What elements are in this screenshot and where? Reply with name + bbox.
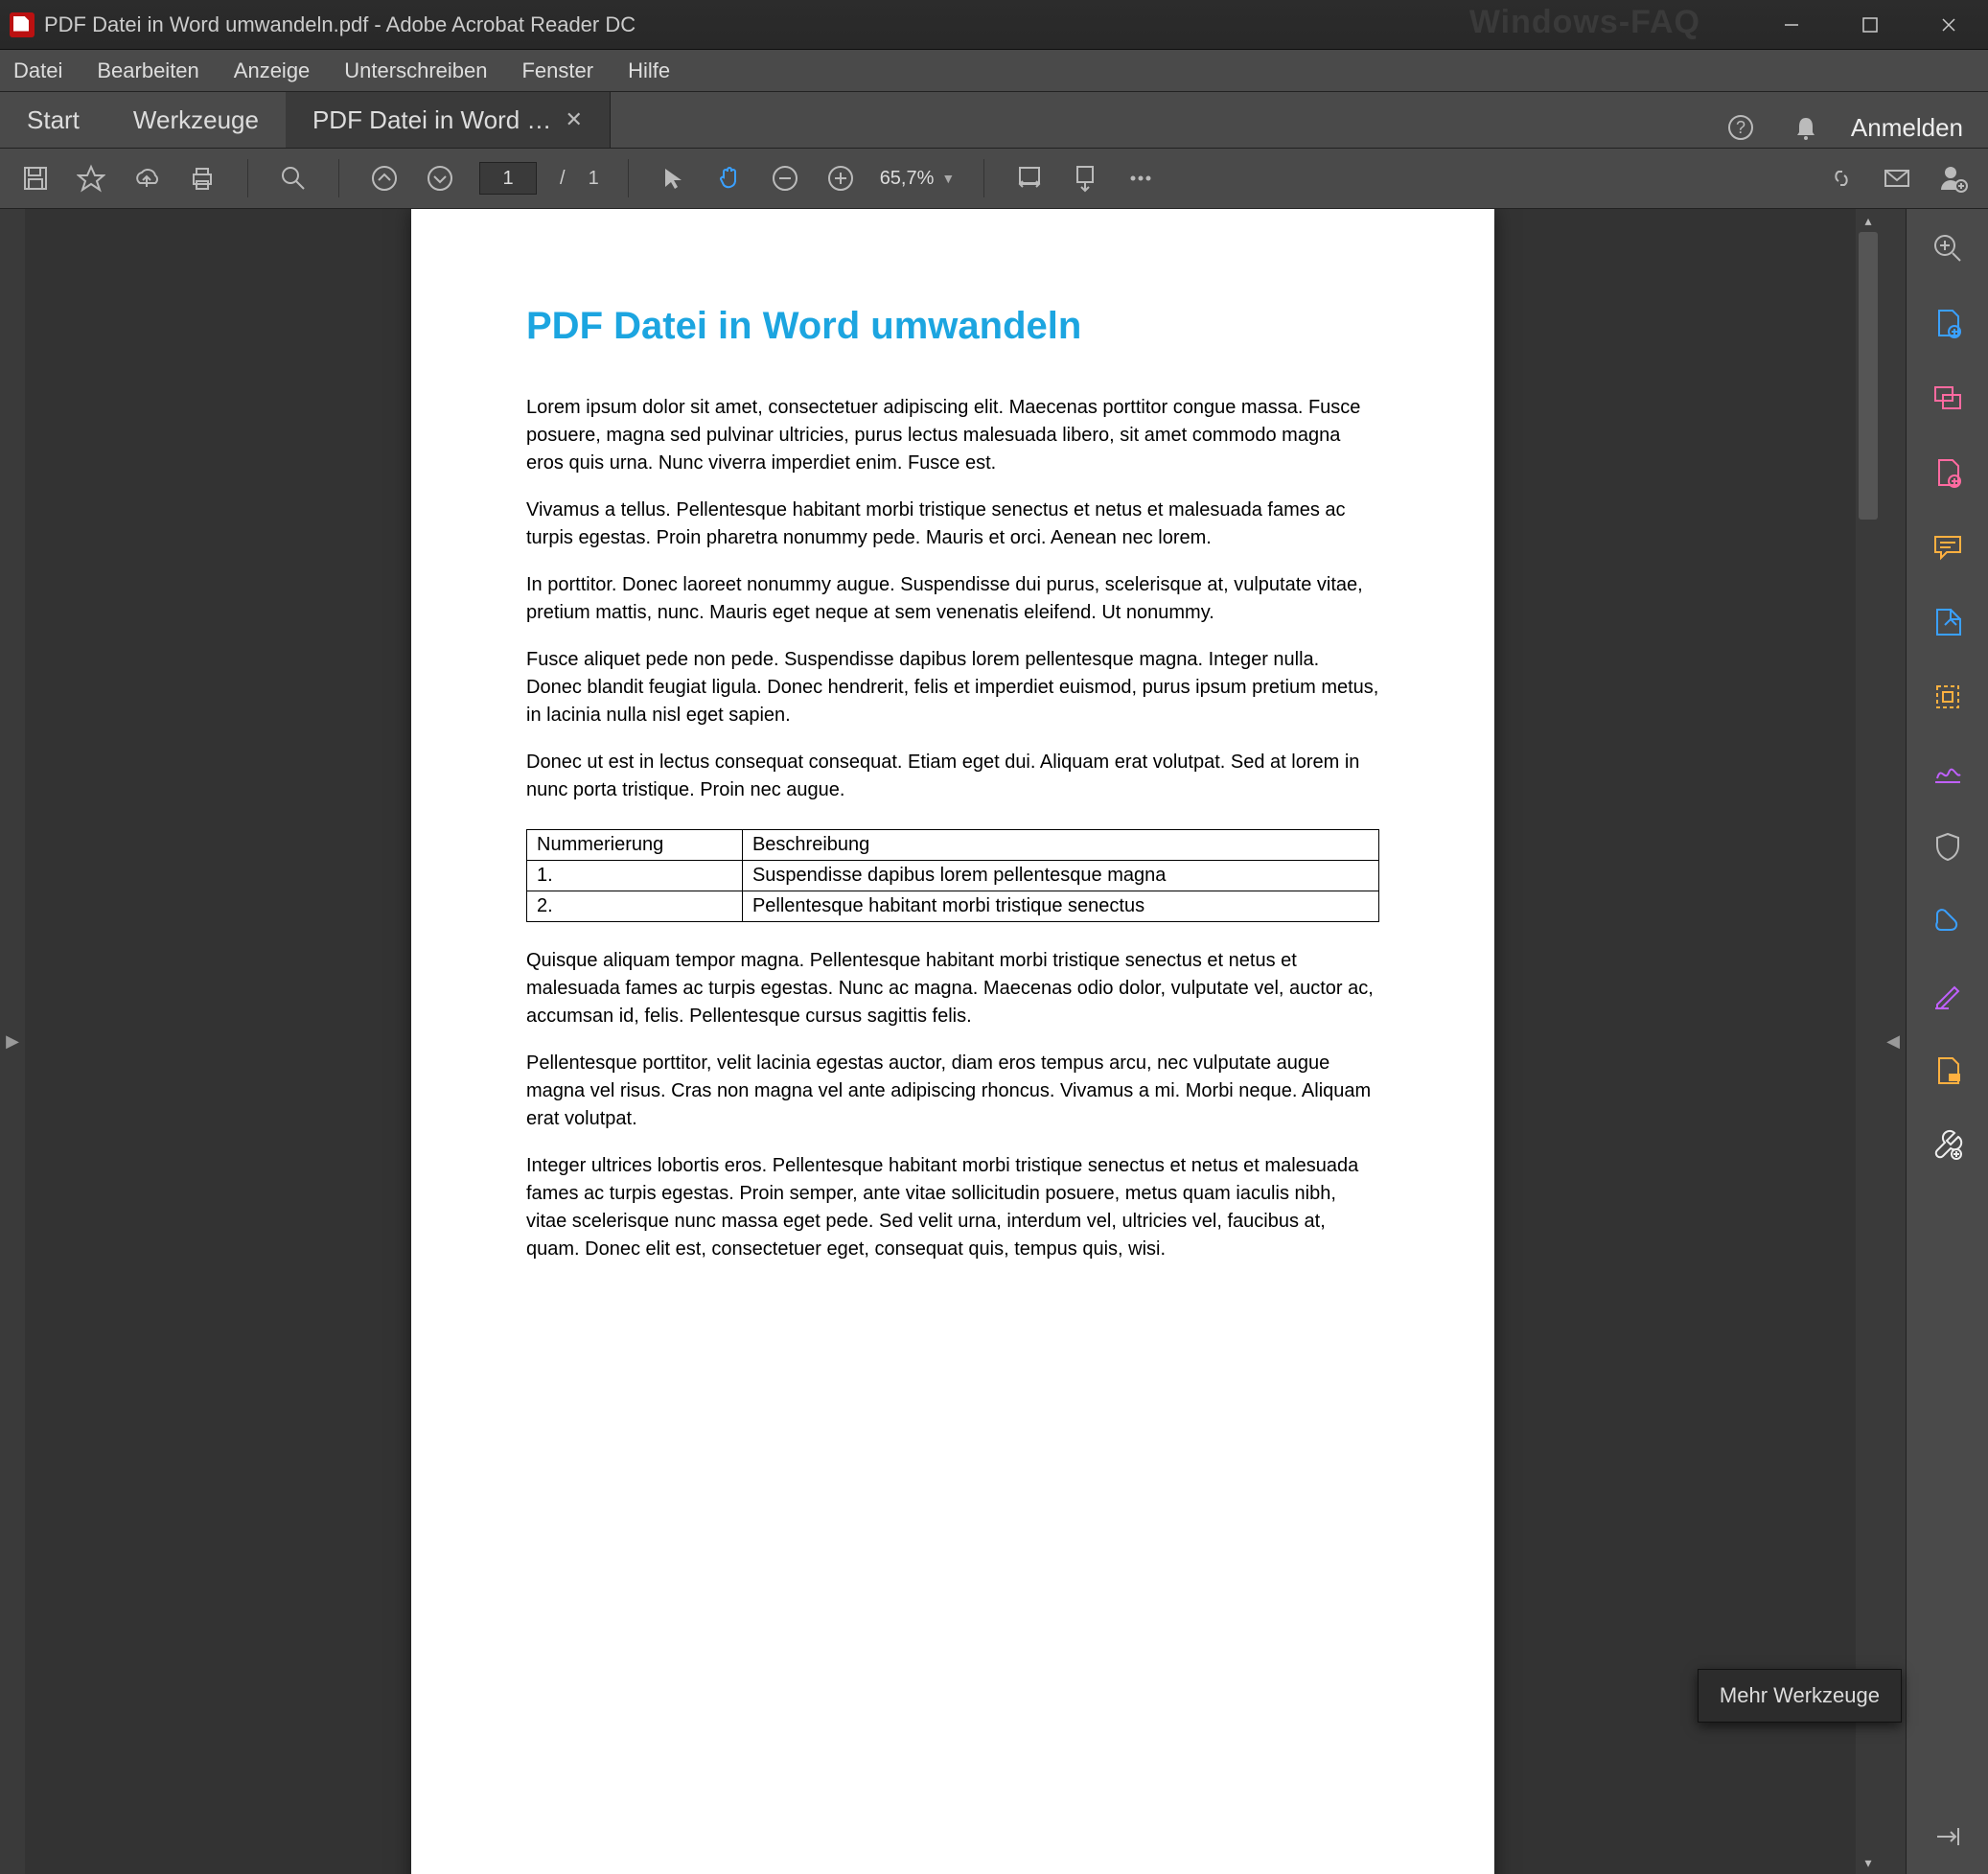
help-icon[interactable]: ? (1721, 107, 1761, 148)
scroll-thumb[interactable] (1859, 232, 1878, 520)
tab-start[interactable]: Start (0, 92, 106, 148)
cloud-upload-icon[interactable] (130, 162, 163, 195)
share-user-icon[interactable] (1936, 162, 1969, 195)
doc-p4: Fusce aliquet pede non pede. Suspendisse… (526, 646, 1379, 729)
menu-hilfe[interactable]: Hilfe (624, 53, 674, 89)
edit-pdf-icon[interactable] (1928, 452, 1968, 493)
td-r2c2: Pellentesque habitant morbi tristique se… (742, 891, 1378, 922)
title-bar: PDF Datei in Word umwandeln.pdf - Adobe … (0, 0, 1988, 50)
combine-icon[interactable] (1928, 378, 1968, 418)
tool-panel (1906, 209, 1988, 1874)
link-icon[interactable] (1825, 162, 1858, 195)
more-tools-icon[interactable] (1928, 1125, 1968, 1166)
menu-bearbeiten[interactable]: Bearbeiten (93, 53, 202, 89)
maximize-button[interactable] (1831, 0, 1909, 49)
page-up-icon[interactable] (368, 162, 401, 195)
export-pdf-icon[interactable] (1928, 602, 1968, 642)
star-icon[interactable] (75, 162, 107, 195)
collapse-pane-icon[interactable] (1928, 1816, 1968, 1857)
mail-icon[interactable] (1881, 162, 1913, 195)
doc-p8: Integer ultrices lobortis eros. Pellente… (526, 1152, 1379, 1263)
chevron-left-icon: ◀ (1886, 1031, 1900, 1052)
save-icon[interactable] (19, 162, 52, 195)
menu-unterschreiben[interactable]: Unterschreiben (340, 53, 491, 89)
toolbar: / 1 65,7% ▼ (0, 148, 1988, 209)
td-r1c1: 1. (527, 861, 743, 891)
comment-icon[interactable] (1928, 527, 1968, 567)
stamp-icon[interactable] (1928, 1051, 1968, 1091)
menu-datei[interactable]: Datei (10, 53, 66, 89)
pdf-page: PDF Datei in Word umwandeln Lorem ipsum … (411, 209, 1494, 1874)
zoom-value: 65,7% (880, 168, 935, 190)
protect-icon[interactable] (1928, 826, 1968, 867)
doc-p2: Vivamus a tellus. Pellentesque habitant … (526, 497, 1379, 552)
doc-heading: PDF Datei in Word umwandeln (526, 305, 1379, 348)
app-icon (10, 12, 35, 37)
create-pdf-icon[interactable] (1928, 303, 1968, 343)
close-button[interactable] (1909, 0, 1988, 49)
watermark: Windows-FAQ (1469, 4, 1700, 41)
page-total: 1 (589, 168, 599, 190)
page-input[interactable] (479, 162, 537, 195)
signin-button[interactable]: Anmelden (1851, 113, 1963, 143)
organize-icon[interactable] (1928, 677, 1968, 717)
td-r1c2: Suspendisse dapibus lorem pellentesque m… (742, 861, 1378, 891)
doc-p3: In porttitor. Donec laoreet nonummy augu… (526, 571, 1379, 627)
optimize-icon[interactable] (1928, 901, 1968, 941)
tab-bar: Start Werkzeuge PDF Datei in Word … ✕ ? … (0, 92, 1988, 148)
window-title: PDF Datei in Word umwandeln.pdf - Adobe … (44, 12, 636, 37)
scroll-down-icon[interactable]: ▾ (1856, 1851, 1881, 1874)
bell-icon[interactable] (1786, 107, 1826, 148)
more-icon[interactable] (1124, 162, 1157, 195)
zoom-select[interactable]: 65,7% ▼ (880, 168, 956, 190)
tab-document[interactable]: PDF Datei in Word … ✕ (286, 92, 611, 148)
document-viewer[interactable]: PDF Datei in Word umwandeln Lorem ipsum … (25, 209, 1881, 1874)
zoom-in-icon[interactable] (824, 162, 857, 195)
tab-doc-label: PDF Datei in Word … (312, 105, 551, 135)
chevron-right-icon: ▶ (6, 1031, 19, 1052)
fill-sign-icon[interactable] (1928, 976, 1968, 1016)
scroll-up-icon[interactable]: ▴ (1856, 209, 1881, 232)
menu-fenster[interactable]: Fenster (518, 53, 597, 89)
menu-bar: Datei Bearbeiten Anzeige Unterschreiben … (0, 50, 1988, 92)
workspace: ▶ PDF Datei in Word umwandeln Lorem ipsu… (0, 209, 1988, 1874)
print-icon[interactable] (186, 162, 219, 195)
selection-tool-icon[interactable] (658, 162, 690, 195)
zoom-out-icon[interactable] (769, 162, 801, 195)
menu-anzeige[interactable]: Anzeige (230, 53, 314, 89)
doc-p5: Donec ut est in lectus consequat consequ… (526, 749, 1379, 804)
doc-table: NummerierungBeschreibung 1.Suspendisse d… (526, 829, 1379, 922)
tab-tools-label: Werkzeuge (133, 105, 259, 135)
doc-p1: Lorem ipsum dolor sit amet, consectetuer… (526, 394, 1379, 477)
doc-p6: Quisque aliquam tempor magna. Pellentesq… (526, 947, 1379, 1030)
doc-p7: Pellentesque porttitor, velit lacinia eg… (526, 1050, 1379, 1133)
hand-tool-icon[interactable] (713, 162, 746, 195)
tab-close-icon[interactable]: ✕ (565, 107, 582, 132)
tab-werkzeuge[interactable]: Werkzeuge (106, 92, 286, 148)
th-1: Nummerierung (527, 830, 743, 861)
tab-start-label: Start (27, 105, 80, 135)
right-pane-toggle[interactable]: ◀ (1881, 209, 1906, 1874)
tooltip-more-tools: Mehr Werkzeuge (1698, 1669, 1902, 1723)
vertical-scrollbar[interactable]: ▴ ▾ (1856, 209, 1881, 1874)
left-pane-toggle[interactable]: ▶ (0, 209, 25, 1874)
chevron-down-icon: ▼ (941, 171, 955, 186)
fit-width-icon[interactable] (1013, 162, 1046, 195)
fit-page-icon[interactable] (1069, 162, 1101, 195)
zoom-tool-icon[interactable] (1928, 228, 1968, 268)
page-sep: / (560, 168, 566, 190)
sign-icon[interactable] (1928, 752, 1968, 792)
th-2: Beschreibung (742, 830, 1378, 861)
td-r2c1: 2. (527, 891, 743, 922)
svg-text:?: ? (1736, 118, 1745, 137)
page-down-icon[interactable] (424, 162, 456, 195)
search-icon[interactable] (277, 162, 310, 195)
minimize-button[interactable] (1752, 0, 1831, 49)
